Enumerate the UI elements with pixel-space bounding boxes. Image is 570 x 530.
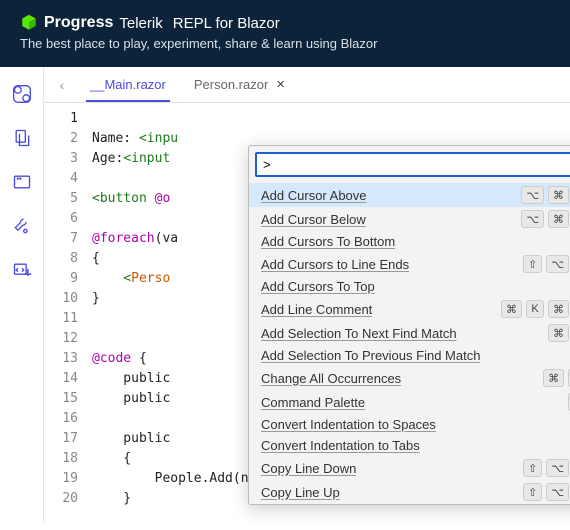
command-label: Convert Indentation to Tabs bbox=[261, 438, 420, 453]
shortcut: ⇧⌥I bbox=[523, 255, 570, 273]
sidebar bbox=[0, 67, 44, 523]
command-label: Copy Line Down bbox=[261, 461, 356, 476]
command-palette-item[interactable]: Convert Indentation to Spaces bbox=[249, 414, 570, 435]
key: K bbox=[526, 300, 544, 318]
line-number: 8 bbox=[44, 249, 78, 269]
line-number: 11 bbox=[44, 309, 78, 329]
tab-label: Person.razor bbox=[194, 77, 268, 92]
command-palette-item[interactable]: Add Cursors To Top bbox=[249, 276, 570, 297]
tab-person-razor[interactable]: Person.razor × bbox=[180, 67, 299, 102]
line-number: 15 bbox=[44, 389, 78, 409]
command-palette-item[interactable]: Command PaletteF1 bbox=[249, 390, 570, 414]
run-icon[interactable] bbox=[11, 83, 33, 105]
line-number: 10 bbox=[44, 289, 78, 309]
command-palette-list: Add Cursor Above⌥⌘↑Add Cursor Below⌥⌘↓Ad… bbox=[249, 183, 570, 504]
line-number: 2 bbox=[44, 129, 78, 149]
key: ⌥ bbox=[546, 483, 569, 501]
command-palette-item[interactable]: Add Selection To Previous Find Match bbox=[249, 345, 570, 366]
tab-label: __Main.razor bbox=[90, 77, 166, 92]
key: ⌘ bbox=[548, 300, 569, 318]
key: ⌘ bbox=[543, 369, 564, 387]
close-icon[interactable]: × bbox=[276, 76, 285, 93]
tab-bar: ‹ __Main.razor Person.razor × bbox=[44, 67, 570, 103]
line-number: 9 bbox=[44, 269, 78, 289]
key: ⇧ bbox=[523, 255, 542, 273]
shortcut: ⌘D bbox=[548, 324, 570, 342]
line-number: 18 bbox=[44, 449, 78, 469]
line-number: 13 bbox=[44, 349, 78, 369]
line-number: 5 bbox=[44, 189, 78, 209]
key: ⌥ bbox=[546, 459, 569, 477]
key: ⌥ bbox=[521, 210, 544, 228]
terminal-icon[interactable] bbox=[11, 171, 33, 193]
tagline: The best place to play, experiment, shar… bbox=[20, 36, 550, 51]
line-number: 7 bbox=[44, 229, 78, 249]
shortcut: ⌥⌘↑ bbox=[521, 186, 570, 204]
line-number: 3 bbox=[44, 149, 78, 169]
line-number: 12 bbox=[44, 329, 78, 349]
command-label: Add Cursors to Line Ends bbox=[261, 257, 409, 272]
header: Progress Telerik REPL for Blazor The bes… bbox=[0, 0, 570, 67]
command-palette-input[interactable] bbox=[255, 152, 570, 177]
line-gutter: 1234567891011121314151617181920 bbox=[44, 103, 88, 523]
command-label: Add Cursor Above bbox=[261, 188, 367, 203]
brand-sub: Telerik bbox=[119, 15, 162, 32]
command-label: Change All Occurrences bbox=[261, 371, 401, 386]
embed-icon[interactable] bbox=[11, 259, 33, 281]
command-label: Add Line Comment bbox=[261, 302, 372, 317]
shortcut: ⌥⌘↓ bbox=[521, 210, 570, 228]
command-palette-item[interactable]: Add Selection To Next Find Match ⌘D bbox=[249, 321, 570, 345]
command-palette-item[interactable]: Copy Line Down ⇧⌥↓ bbox=[249, 456, 570, 480]
line-number: 6 bbox=[44, 209, 78, 229]
key: ⌘ bbox=[548, 186, 569, 204]
command-label: Add Selection To Previous Find Match bbox=[261, 348, 480, 363]
main: ‹ __Main.razor Person.razor × 1234567891… bbox=[44, 67, 570, 523]
command-palette-item[interactable]: Add Line Comment ⌘K⌘C bbox=[249, 297, 570, 321]
command-label: Add Selection To Next Find Match bbox=[261, 326, 457, 341]
progress-logo-icon bbox=[20, 14, 38, 32]
command-label: Convert Indentation to Spaces bbox=[261, 417, 436, 432]
key: ⌥ bbox=[521, 186, 544, 204]
command-label: Add Cursors To Top bbox=[261, 279, 375, 294]
key: ⌘ bbox=[548, 324, 569, 342]
command-label: Copy Line Up bbox=[261, 485, 340, 500]
app-title: REPL for Blazor bbox=[173, 15, 280, 32]
command-palette-item[interactable]: Change All Occurrences ⌘F2 bbox=[249, 366, 570, 390]
line-number: 16 bbox=[44, 409, 78, 429]
shortcut: ⇧⌥↓ bbox=[523, 459, 570, 477]
line-number: 19 bbox=[44, 469, 78, 489]
key: ⌥ bbox=[546, 255, 569, 273]
key: ⌘ bbox=[548, 210, 569, 228]
key: ⇧ bbox=[523, 459, 542, 477]
code-editor[interactable]: 1234567891011121314151617181920 Name: <i… bbox=[44, 103, 570, 523]
line-number: 14 bbox=[44, 369, 78, 389]
shortcut: ⌘F2 bbox=[543, 369, 570, 387]
command-palette-item[interactable]: Add Cursor Above ⌥⌘↑ bbox=[249, 183, 570, 207]
command-palette-item[interactable]: Convert Indentation to Tabs bbox=[249, 435, 570, 456]
command-label: Add Cursors To Bottom bbox=[261, 234, 395, 249]
key: ⇧ bbox=[523, 483, 542, 501]
tab-scroll-left[interactable]: ‹ bbox=[48, 71, 76, 99]
command-palette: Add Cursor Above⌥⌘↑Add Cursor Below⌥⌘↓Ad… bbox=[248, 145, 570, 505]
brand-name: Progress bbox=[44, 14, 113, 32]
shortcut: ⇧⌥↑ bbox=[523, 483, 570, 501]
code-line[interactable] bbox=[92, 109, 570, 129]
files-icon[interactable] bbox=[11, 127, 33, 149]
command-palette-item[interactable]: Add Cursors to Line Ends ⇧⌥I bbox=[249, 252, 570, 276]
command-label: Command Palette bbox=[261, 395, 365, 410]
command-palette-item[interactable]: Add Cursors To Bottom bbox=[249, 231, 570, 252]
line-number: 17 bbox=[44, 429, 78, 449]
line-number: 20 bbox=[44, 489, 78, 509]
command-label: Add Cursor Below bbox=[261, 212, 366, 227]
command-palette-item[interactable]: Add Cursor Below ⌥⌘↓ bbox=[249, 207, 570, 231]
tools-icon[interactable] bbox=[11, 215, 33, 237]
key: ⌘ bbox=[501, 300, 522, 318]
shortcut: ⌘K⌘C bbox=[501, 300, 570, 318]
line-number: 4 bbox=[44, 169, 78, 189]
tab-main-razor[interactable]: __Main.razor bbox=[76, 67, 180, 102]
line-number: 1 bbox=[44, 109, 78, 129]
command-palette-item[interactable]: Copy Line Up ⇧⌥↑ bbox=[249, 480, 570, 504]
